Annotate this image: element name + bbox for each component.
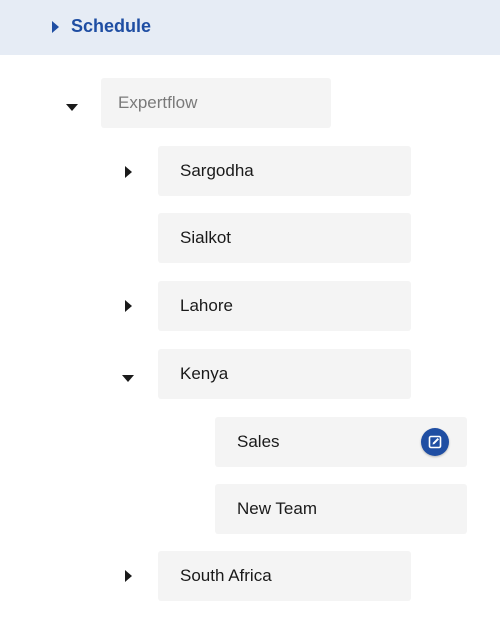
- tree-node-label: Sales: [237, 432, 280, 451]
- tree-panel: Schedule Expertflow Sargodha Sialkot Lah…: [0, 0, 500, 636]
- collapse-arrow-icon[interactable]: [118, 368, 138, 388]
- expand-arrow-icon[interactable]: [118, 162, 138, 182]
- tree-node-label: New Team: [237, 499, 317, 518]
- expand-arrow-icon[interactable]: [46, 17, 64, 37]
- tree-node-kenya[interactable]: Kenya: [158, 349, 411, 399]
- tree-node-label: South Africa: [180, 566, 272, 585]
- tree-node-lahore[interactable]: Lahore: [158, 281, 411, 331]
- schedule-header[interactable]: Schedule: [0, 0, 500, 55]
- tree-node-south-africa[interactable]: South Africa: [158, 551, 411, 601]
- tree-node-label: Sialkot: [180, 228, 232, 247]
- tree-node-expertflow[interactable]: Expertflow: [101, 78, 331, 128]
- tree-node-sialkot[interactable]: Sialkot: [158, 213, 411, 263]
- tree-node-label: Sargodha: [180, 161, 254, 180]
- edit-icon[interactable]: [421, 428, 449, 456]
- tree-node-new-team[interactable]: New Team: [215, 484, 467, 534]
- header-title: Schedule: [71, 16, 152, 36]
- tree-node-label: Kenya: [180, 364, 229, 383]
- expand-arrow-icon[interactable]: [118, 296, 138, 316]
- tree-node-label: Lahore: [180, 296, 233, 315]
- tree-node-sales[interactable]: Sales: [215, 417, 467, 467]
- tree-node-label: Expertflow: [118, 93, 198, 112]
- collapse-arrow-icon[interactable]: [62, 97, 82, 117]
- expand-arrow-icon[interactable]: [118, 566, 138, 586]
- tree-node-sargodha[interactable]: Sargodha: [158, 146, 411, 196]
